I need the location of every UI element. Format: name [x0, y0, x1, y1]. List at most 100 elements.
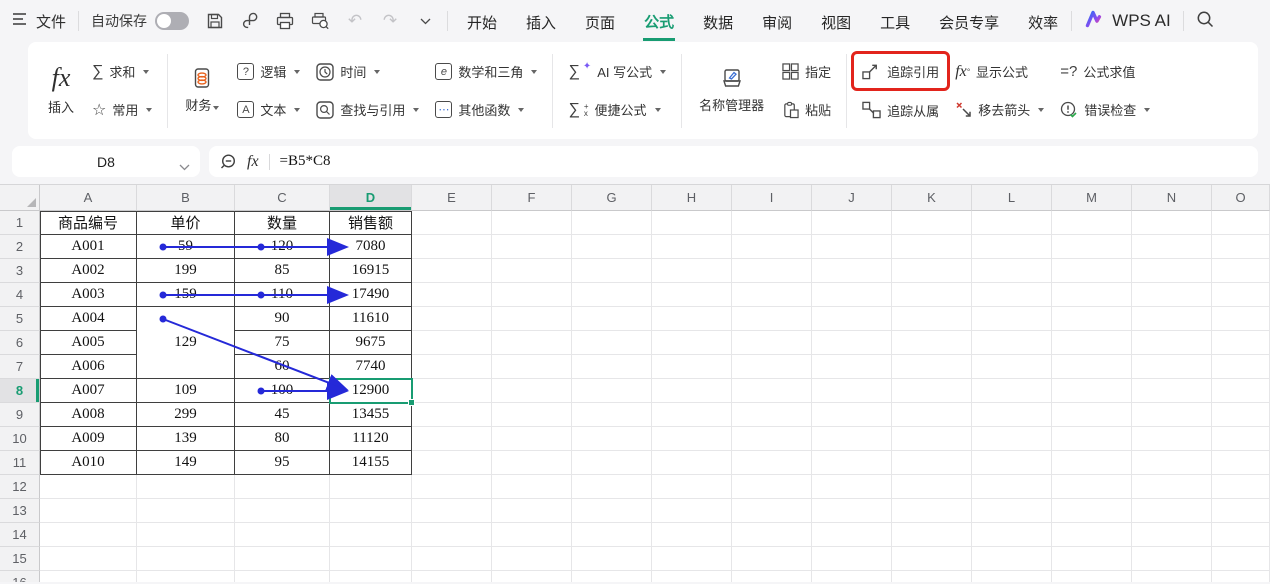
- grid-cell-H11[interactable]: [652, 451, 732, 475]
- grid-cell-F1[interactable]: [492, 211, 572, 235]
- cell-C11[interactable]: 95: [235, 451, 330, 475]
- grid-cell-I8[interactable]: [732, 379, 812, 403]
- cell-A3[interactable]: A002: [40, 259, 137, 283]
- undo-icon[interactable]: ↶: [345, 11, 365, 31]
- grid-cell-G2[interactable]: [572, 235, 652, 259]
- cell-D6[interactable]: 9675: [330, 331, 412, 355]
- select-all-corner[interactable]: [0, 185, 40, 211]
- grid-cell-H3[interactable]: [652, 259, 732, 283]
- grid-cell-E3[interactable]: [412, 259, 492, 283]
- grid-cell-G10[interactable]: [572, 427, 652, 451]
- cell-merged-B5:B7[interactable]: 129: [137, 307, 235, 379]
- grid-cell-E14[interactable]: [412, 523, 492, 547]
- cell-B10[interactable]: 139: [137, 427, 235, 451]
- cell-C3[interactable]: 85: [235, 259, 330, 283]
- cell-A10[interactable]: A009: [40, 427, 137, 451]
- grid-cell-K16[interactable]: [892, 571, 972, 582]
- grid-cell-E9[interactable]: [412, 403, 492, 427]
- grid-cell-I12[interactable]: [732, 475, 812, 499]
- grid-cell-H1[interactable]: [652, 211, 732, 235]
- grid-cell-A15[interactable]: [40, 547, 137, 571]
- grid-cell-A16[interactable]: [40, 571, 137, 582]
- grid-cell-K14[interactable]: [892, 523, 972, 547]
- grid-cell-K4[interactable]: [892, 283, 972, 307]
- time-functions-button[interactable]: 时间: [308, 55, 427, 89]
- cell-A5[interactable]: A004: [40, 307, 137, 331]
- name-box[interactable]: D8: [12, 146, 200, 177]
- show-formulas-button[interactable]: fx ° 显示公式: [947, 55, 1052, 89]
- grid-cell-L2[interactable]: [972, 235, 1052, 259]
- grid-cell-O16[interactable]: [1212, 571, 1270, 582]
- grid-cell-L8[interactable]: [972, 379, 1052, 403]
- cell-D10[interactable]: 11120: [330, 427, 412, 451]
- grid-cell-L11[interactable]: [972, 451, 1052, 475]
- row-header-11[interactable]: 11: [0, 451, 40, 475]
- grid-cell-N15[interactable]: [1132, 547, 1212, 571]
- grid-cell-F6[interactable]: [492, 331, 572, 355]
- grid-cell-I3[interactable]: [732, 259, 812, 283]
- grid-cell-L6[interactable]: [972, 331, 1052, 355]
- grid-cell-M14[interactable]: [1052, 523, 1132, 547]
- column-header-B[interactable]: B: [137, 185, 235, 211]
- grid-cell-H7[interactable]: [652, 355, 732, 379]
- grid-cell-J2[interactable]: [812, 235, 892, 259]
- print-icon[interactable]: [275, 11, 295, 31]
- grid-cell-K6[interactable]: [892, 331, 972, 355]
- grid-cell-I2[interactable]: [732, 235, 812, 259]
- grid-cell-O5[interactable]: [1212, 307, 1270, 331]
- row-header-1[interactable]: 1: [0, 211, 40, 235]
- name-manager-button[interactable]: 名称管理器: [689, 48, 774, 134]
- trace-precedents-button[interactable]: 追踪引用: [854, 54, 947, 88]
- grid-cell-F8[interactable]: [492, 379, 572, 403]
- grid-cell-G6[interactable]: [572, 331, 652, 355]
- grid-cell-G9[interactable]: [572, 403, 652, 427]
- row-header-10[interactable]: 10: [0, 427, 40, 451]
- grid-cell-N1[interactable]: [1132, 211, 1212, 235]
- grid-cell-E5[interactable]: [412, 307, 492, 331]
- grid-cell-H15[interactable]: [652, 547, 732, 571]
- grid-cell-K2[interactable]: [892, 235, 972, 259]
- logic-functions-button[interactable]: ? 逻辑: [229, 55, 308, 89]
- grid-cell-K8[interactable]: [892, 379, 972, 403]
- tab-member[interactable]: 会员专享: [938, 3, 1000, 39]
- grid-cell-H8[interactable]: [652, 379, 732, 403]
- grid-cell-N2[interactable]: [1132, 235, 1212, 259]
- name-box-chevron-icon[interactable]: [179, 158, 190, 174]
- column-header-F[interactable]: F: [492, 185, 572, 211]
- grid-cell-G8[interactable]: [572, 379, 652, 403]
- grid-cell-F2[interactable]: [492, 235, 572, 259]
- evaluate-formula-button[interactable]: =? 公式求值: [1052, 55, 1158, 89]
- grid-cell-K5[interactable]: [892, 307, 972, 331]
- cell-C9[interactable]: 45: [235, 403, 330, 427]
- cell-B2[interactable]: 59: [137, 235, 235, 259]
- grid-cell-F5[interactable]: [492, 307, 572, 331]
- row-header-8[interactable]: 8: [0, 379, 40, 403]
- grid-cell-F13[interactable]: [492, 499, 572, 523]
- finance-button[interactable]: 财务: [175, 48, 229, 134]
- grid-cell-L14[interactable]: [972, 523, 1052, 547]
- cell-D11[interactable]: 14155: [330, 451, 412, 475]
- cell-B4[interactable]: 159: [137, 283, 235, 307]
- grid-cell-H2[interactable]: [652, 235, 732, 259]
- tab-efficiency[interactable]: 效率: [1027, 3, 1059, 39]
- grid-cell-E1[interactable]: [412, 211, 492, 235]
- grid-cell-H10[interactable]: [652, 427, 732, 451]
- cell-A8[interactable]: A007: [40, 379, 137, 403]
- zoom-formula-icon[interactable]: [219, 153, 237, 171]
- cell-D4[interactable]: 17490: [330, 283, 412, 307]
- grid-cell-E10[interactable]: [412, 427, 492, 451]
- grid-cell-J6[interactable]: [812, 331, 892, 355]
- grid-cell-L15[interactable]: [972, 547, 1052, 571]
- grid-cell-L3[interactable]: [972, 259, 1052, 283]
- ai-write-formula-button[interactable]: ∑ ✦ AI 写公式: [560, 55, 674, 89]
- grid-cell-J15[interactable]: [812, 547, 892, 571]
- autosave-toggle[interactable]: [155, 12, 190, 30]
- hamburger-menu-icon[interactable]: [12, 12, 28, 30]
- grid-cell-H13[interactable]: [652, 499, 732, 523]
- grid-cell-M12[interactable]: [1052, 475, 1132, 499]
- cell-D3[interactable]: 16915: [330, 259, 412, 283]
- lookup-reference-button[interactable]: 查找与引用: [308, 93, 427, 127]
- grid-cell-J14[interactable]: [812, 523, 892, 547]
- insert-function-button[interactable]: fx 插入: [38, 48, 84, 134]
- column-header-M[interactable]: M: [1052, 185, 1132, 211]
